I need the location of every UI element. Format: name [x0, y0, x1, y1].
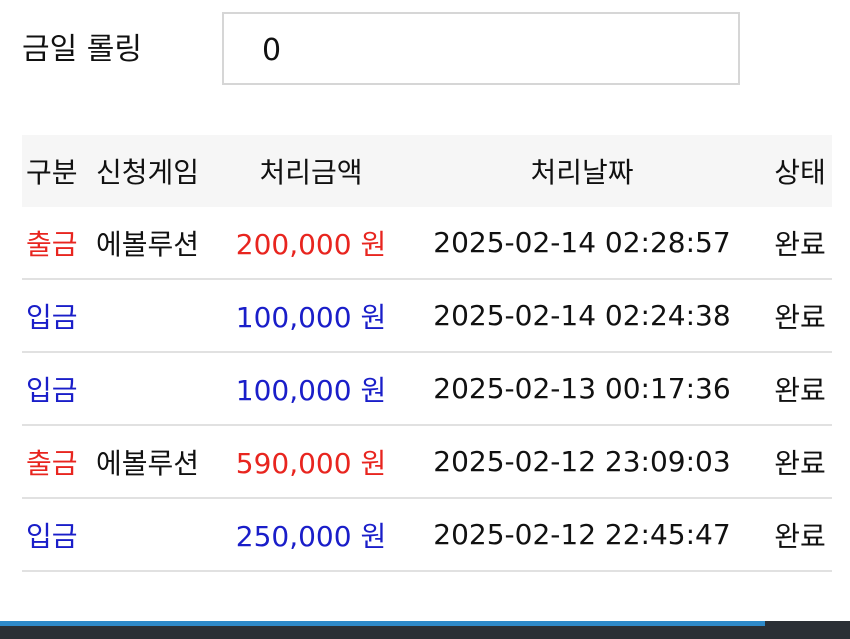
row-status: 완료 — [768, 425, 832, 499]
today-rolling-section: 금일 롤링 0 — [22, 12, 762, 88]
table-row: 입금 100,000 원 2025-02-14 02:24:38 완료 — [22, 279, 832, 353]
row-status: 완료 — [768, 207, 832, 280]
page: 금일 롤링 0 구분 신청게임 처리금액 처리날짜 상태 출금 에볼루션 200… — [0, 0, 850, 639]
transaction-history-table: 구분 신청게임 처리금액 처리날짜 상태 출금 에볼루션 200,000 원 2… — [22, 135, 832, 572]
row-type: 출금 — [22, 207, 96, 280]
bottom-bar — [0, 621, 850, 639]
row-amount: 100,000 원 — [226, 352, 396, 426]
header-date: 처리날짜 — [396, 135, 768, 207]
row-date: 2025-02-13 00:17:36 — [396, 352, 768, 426]
row-type: 출금 — [22, 425, 96, 499]
table-header-row: 구분 신청게임 처리금액 처리날짜 상태 — [22, 135, 832, 207]
row-game: 에볼루션 — [96, 425, 226, 499]
row-game — [96, 279, 226, 353]
row-status: 완료 — [768, 498, 832, 572]
row-date: 2025-02-12 22:45:47 — [396, 498, 768, 572]
row-status: 완료 — [768, 352, 832, 426]
today-rolling-field: 0 — [222, 12, 740, 85]
table-row: 입금 250,000 원 2025-02-12 22:45:47 완료 — [22, 498, 832, 572]
row-status: 완료 — [768, 279, 832, 353]
row-date: 2025-02-14 02:28:57 — [396, 207, 768, 280]
header-game: 신청게임 — [96, 135, 226, 207]
header-status: 상태 — [768, 135, 832, 207]
table-row: 입금 100,000 원 2025-02-13 00:17:36 완료 — [22, 352, 832, 426]
row-type: 입금 — [22, 279, 96, 353]
row-type: 입금 — [22, 352, 96, 426]
row-game — [96, 352, 226, 426]
table-row: 출금 에볼루션 590,000 원 2025-02-12 23:09:03 완료 — [22, 425, 832, 499]
row-date: 2025-02-12 23:09:03 — [396, 425, 768, 499]
row-amount: 250,000 원 — [226, 498, 396, 572]
row-game: 에볼루션 — [96, 207, 226, 280]
table-row: 출금 에볼루션 200,000 원 2025-02-14 02:28:57 완료 — [22, 207, 832, 280]
bottom-bar-accent — [0, 621, 765, 626]
header-amount: 처리금액 — [226, 135, 396, 207]
row-amount: 590,000 원 — [226, 425, 396, 499]
row-date: 2025-02-14 02:24:38 — [396, 279, 768, 353]
header-type: 구분 — [22, 135, 96, 207]
today-rolling-label: 금일 롤링 — [22, 32, 142, 67]
row-amount: 100,000 원 — [226, 279, 396, 353]
row-game — [96, 498, 226, 572]
row-amount: 200,000 원 — [226, 207, 396, 280]
row-type: 입금 — [22, 498, 96, 572]
